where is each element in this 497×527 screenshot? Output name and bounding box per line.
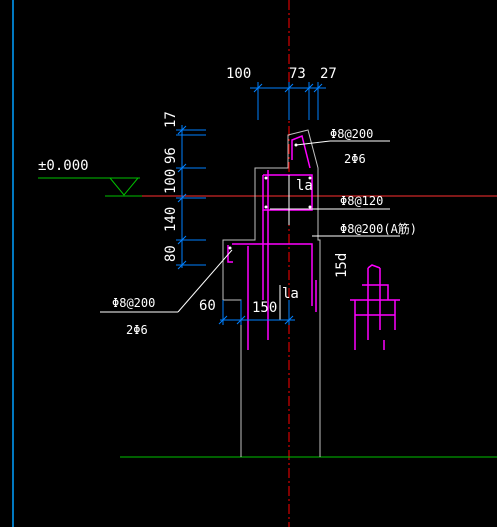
cad-drawing-canvas: ±0.000 100 73 27 17 96 100 140 80 60 150… bbox=[0, 0, 497, 527]
bend-label: 15d bbox=[334, 253, 350, 278]
note-middle-stirrup: Φ8@120 bbox=[340, 194, 383, 208]
dim-left-150: 150 bbox=[252, 300, 277, 316]
cad-drawing: ±0.000 100 73 27 17 96 100 140 80 60 150… bbox=[12, 0, 497, 527]
dim-vert-3: 100 bbox=[163, 169, 179, 194]
dimension-vertical bbox=[176, 125, 206, 270]
note-left-bars: 2Φ6 bbox=[126, 323, 148, 337]
dim-vert-2: 96 bbox=[163, 147, 179, 164]
dim-top-2: 73 bbox=[289, 66, 306, 82]
rebar-detail bbox=[350, 264, 400, 350]
note-top-stirrup: Φ8@200 bbox=[330, 127, 373, 141]
anchorage-label-2: la bbox=[282, 286, 299, 302]
note-lower-stirrup: Φ8@200(Α筋) bbox=[340, 221, 417, 236]
dimension-top bbox=[250, 82, 326, 120]
note-left-stirrup: Φ8@200 bbox=[112, 296, 155, 310]
dim-left-60: 60 bbox=[199, 298, 216, 314]
dim-vert-5: 80 bbox=[163, 245, 179, 262]
dim-top-3: 27 bbox=[320, 66, 337, 82]
anchorage-label-1: la bbox=[296, 178, 313, 194]
note-top-bars: 2Φ6 bbox=[344, 152, 366, 166]
level-marker bbox=[38, 177, 142, 197]
level-label: ±0.000 bbox=[38, 158, 89, 174]
dim-vert-1: 17 bbox=[163, 111, 179, 128]
dim-top-1: 100 bbox=[226, 66, 251, 82]
dim-vert-4: 140 bbox=[163, 207, 179, 232]
